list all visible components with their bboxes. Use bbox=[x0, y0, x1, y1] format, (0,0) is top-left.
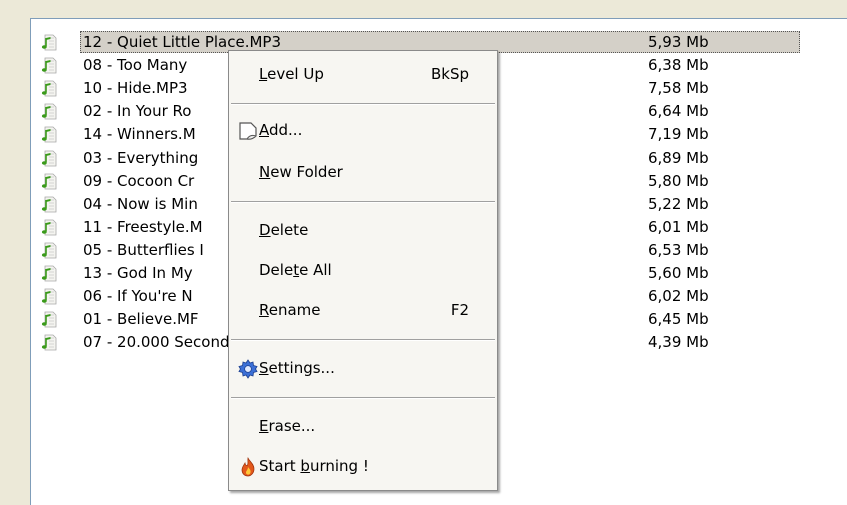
menu-label-accel: b bbox=[300, 457, 310, 475]
menu-item-level-up[interactable]: Level Up BkSp bbox=[229, 59, 497, 89]
menu-item-add[interactable]: Add... bbox=[229, 115, 497, 145]
file-size: 5,22 Mb bbox=[648, 194, 709, 213]
file-name: 03 - Everything bbox=[83, 148, 199, 167]
file-size: 6,01 Mb bbox=[648, 217, 709, 236]
music-file-icon bbox=[41, 265, 57, 282]
file-size: 5,80 Mb bbox=[648, 171, 709, 190]
menu-label-accel: N bbox=[259, 163, 271, 181]
file-name: 14 - Winners.M bbox=[83, 125, 196, 144]
music-file-icon bbox=[41, 242, 57, 259]
menu-item-new-folder[interactable]: New Folder bbox=[229, 157, 497, 187]
music-file-icon bbox=[41, 196, 57, 213]
music-file-icon bbox=[41, 126, 57, 143]
page-icon bbox=[237, 120, 259, 142]
file-name: 08 - Too Many bbox=[83, 56, 188, 75]
menu-label-pre: Dele bbox=[259, 261, 294, 279]
menu-separator bbox=[231, 201, 495, 203]
file-size: 5,60 Mb bbox=[648, 264, 709, 282]
music-file-icon bbox=[41, 334, 57, 351]
menu-label-post: elete bbox=[270, 221, 309, 239]
menu-label-post: ename bbox=[268, 301, 321, 319]
gear-icon bbox=[237, 358, 259, 380]
music-file-icon bbox=[41, 57, 57, 74]
menu-item-erase[interactable]: Erase... bbox=[229, 411, 497, 441]
menu-item-delete[interactable]: Delete bbox=[229, 215, 497, 245]
music-file-icon bbox=[41, 34, 57, 51]
menu-shortcut: F2 bbox=[450, 301, 469, 319]
music-file-icon bbox=[41, 173, 57, 190]
file-size: 6,89 Mb bbox=[648, 148, 709, 167]
menu-item-rename[interactable]: Rename F2 bbox=[229, 295, 497, 325]
music-file-icon bbox=[41, 311, 57, 328]
file-size: 6,64 Mb bbox=[648, 102, 709, 121]
file-size: 5,93 Mb bbox=[648, 33, 709, 51]
file-size: 7,19 Mb bbox=[648, 125, 709, 144]
file-name: 01 - Believe.MF bbox=[83, 310, 199, 329]
menu-item-settings[interactable]: Settings... bbox=[229, 353, 497, 383]
menu-separator bbox=[231, 339, 495, 341]
file-name: 04 - Now is Min bbox=[83, 194, 198, 213]
menu-separator bbox=[231, 397, 495, 399]
file-name: 10 - Hide.MP3 bbox=[83, 79, 188, 98]
file-size: 6,45 Mb bbox=[648, 310, 709, 329]
menu-label-accel: D bbox=[259, 221, 271, 239]
menu-label-post: dd... bbox=[269, 121, 303, 139]
menu-label-post: e All bbox=[299, 261, 332, 279]
menu-label-accel: L bbox=[259, 65, 268, 83]
music-file-icon bbox=[41, 288, 57, 305]
menu-shortcut: BkSp bbox=[430, 65, 469, 83]
file-size: 6,53 Mb bbox=[648, 240, 709, 259]
menu-label-post: urning ! bbox=[309, 457, 369, 475]
menu-label-post: evel Up bbox=[267, 65, 324, 83]
file-size: 4,39 Mb bbox=[648, 333, 709, 352]
context-menu: Level Up BkSp Add... New Folder Delete D… bbox=[228, 50, 498, 491]
menu-label-accel: R bbox=[259, 301, 269, 319]
menu-label-accel: A bbox=[259, 121, 269, 139]
file-name: 13 - God In My bbox=[83, 264, 193, 282]
music-file-icon bbox=[41, 150, 57, 167]
file-name: 02 - In Your Ro bbox=[83, 102, 192, 121]
menu-separator bbox=[231, 103, 495, 105]
menu-label-accel: S bbox=[259, 359, 269, 377]
menu-label-post: ettings... bbox=[268, 359, 335, 377]
menu-label-post: rase... bbox=[268, 417, 316, 435]
menu-item-delete-all[interactable]: Delete All bbox=[229, 255, 497, 285]
file-name: 05 - Butterflies I bbox=[83, 240, 204, 259]
music-file-icon bbox=[41, 103, 57, 120]
menu-item-start-burning[interactable]: Start burning ! bbox=[229, 451, 497, 481]
file-name: 11 - Freestyle.M bbox=[83, 217, 203, 236]
file-name: 06 - If You're N bbox=[83, 287, 193, 306]
music-file-icon bbox=[41, 219, 57, 236]
menu-label-post: ew Folder bbox=[270, 163, 343, 181]
file-name: 09 - Cocoon Cr bbox=[83, 171, 195, 190]
file-size: 7,58 Mb bbox=[648, 79, 709, 98]
file-size: 6,02 Mb bbox=[648, 287, 709, 306]
menu-label-pre: Start bbox=[259, 457, 301, 475]
flame-icon bbox=[237, 456, 259, 478]
music-file-icon bbox=[41, 80, 57, 97]
file-size: 6,38 Mb bbox=[648, 56, 709, 75]
